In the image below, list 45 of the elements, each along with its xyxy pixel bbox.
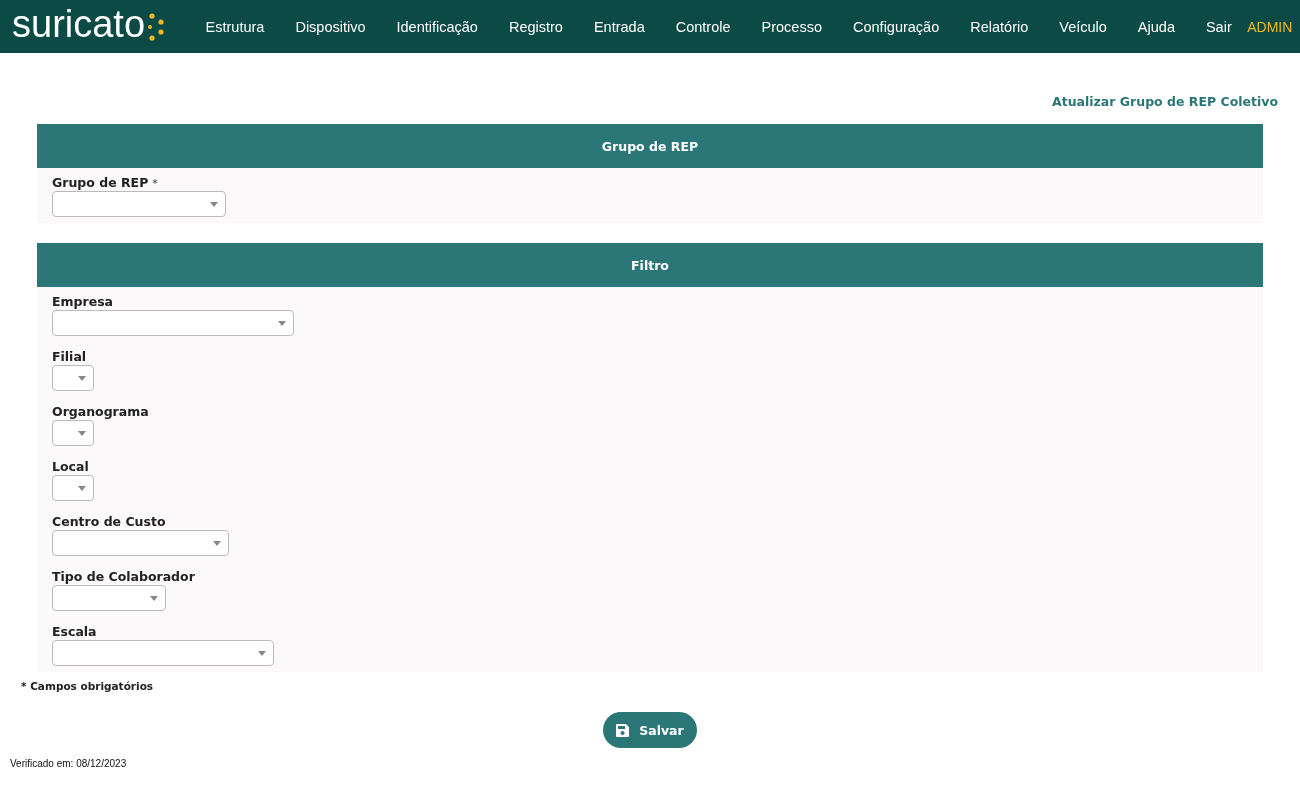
dropdown-field[interactable] [52, 640, 274, 666]
nav-menu-item[interactable]: Controle [660, 18, 747, 35]
nav-menu-item[interactable]: Identificação [381, 18, 494, 35]
nav-menu-item[interactable]: Configuração [837, 18, 955, 35]
nav-menu-item[interactable]: Entrada [578, 18, 661, 35]
field-label: Filial [52, 349, 87, 364]
field-label: Empresa [52, 294, 114, 309]
page-title: Atualizar Grupo de REP Coletivo [1052, 94, 1278, 109]
section-title: Grupo de REP [601, 138, 699, 154]
nav-menu-item[interactable]: Dispositivo [279, 18, 381, 35]
dropdown-field[interactable] [52, 310, 294, 336]
dropdown-field[interactable] [52, 420, 94, 446]
caret-icon [78, 375, 86, 381]
required-fields-note: * Campos obrigatórios [21, 680, 155, 692]
nav-menu-item[interactable]: Relatório [954, 18, 1044, 35]
nav-menu-item[interactable]: Ajuda [1122, 18, 1191, 35]
dropdown-field[interactable] [52, 530, 229, 556]
caret-icon [258, 650, 266, 656]
nav-menu-item[interactable]: Veículo [1043, 18, 1123, 35]
caret-icon [210, 201, 218, 207]
field-label: Grupo de REP [52, 175, 149, 190]
field-label: Local [52, 459, 89, 474]
nav-menu-item[interactable]: Sair [1190, 18, 1248, 35]
nav-menu-item[interactable]: Estrutura [190, 18, 280, 35]
caret-icon [150, 595, 158, 601]
dropdown-field[interactable] [52, 475, 94, 501]
caret-icon [78, 430, 86, 436]
caret-icon [278, 320, 286, 326]
logo-text[interactable]: suricato [12, 4, 146, 43]
verification-date: Verificado em: 08/12/2023 [10, 758, 128, 769]
field-label: Tipo de Colaborador [52, 569, 195, 584]
dropdown-field[interactable] [52, 585, 166, 611]
dropdown-field[interactable] [52, 191, 226, 217]
field-label: Escala [52, 624, 97, 639]
save-button[interactable]: Salvar [603, 712, 697, 748]
field-label: Organograma [52, 404, 149, 419]
caret-icon [78, 485, 86, 491]
section-title: Filtro [631, 257, 669, 273]
user-name[interactable]: ADMIN [1247, 18, 1293, 35]
nav-menu-item[interactable]: Processo [746, 18, 838, 35]
field-label: Centro de Custo [52, 514, 166, 529]
caret-icon [213, 540, 221, 546]
dropdown-field[interactable] [52, 365, 94, 391]
required-mark: * [152, 177, 158, 190]
nav-menu-item[interactable]: Registro [493, 18, 579, 35]
